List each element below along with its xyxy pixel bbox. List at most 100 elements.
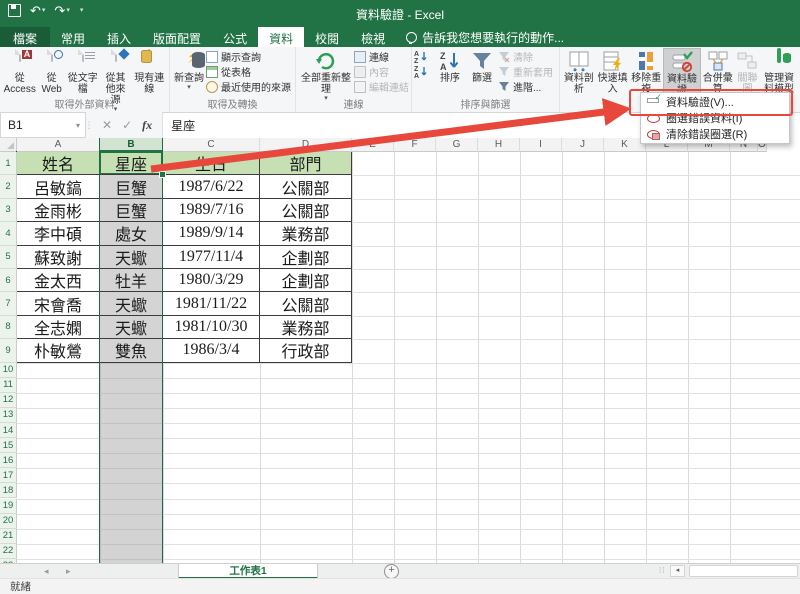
tab-page-layout[interactable]: 版面配置	[142, 27, 212, 47]
row-header-4[interactable]: 4	[0, 222, 17, 245]
table-cell[interactable]: 巨蟹	[100, 175, 163, 198]
tab-file[interactable]: 檔案	[0, 27, 50, 47]
connections-button[interactable]: 連線	[354, 49, 409, 64]
fill-handle[interactable]	[159, 171, 166, 178]
row-header-1[interactable]: 1	[0, 152, 17, 175]
table-cell[interactable]: 公關部	[260, 199, 352, 222]
row-header-2[interactable]: 2	[0, 175, 17, 198]
from-access-button[interactable]: A 從 Access	[2, 48, 37, 98]
advanced-filter-button[interactable]: 進階...	[498, 79, 553, 94]
insert-function-icon[interactable]: fx	[142, 118, 152, 133]
column-header-h[interactable]: H	[478, 138, 520, 152]
text-to-columns-button[interactable]: 資料剖析	[562, 48, 596, 98]
row-header-15[interactable]: 15	[0, 438, 17, 453]
worksheet-grid[interactable]: 姓名星座生日部門呂敏鎬巨蟹1987/6/22公關部金雨彬巨蟹1989/7/16公…	[0, 138, 800, 563]
sort-ascending-button[interactable]: A Z	[414, 49, 434, 64]
recent-sources-button[interactable]: 最近使用的來源	[206, 79, 291, 94]
table-cell[interactable]: 宋會喬	[17, 292, 100, 315]
row-header-17[interactable]: 17	[0, 468, 17, 483]
table-cell[interactable]: 業務部	[260, 222, 352, 245]
row-header-18[interactable]: 18	[0, 483, 17, 498]
row-header-7[interactable]: 7	[0, 292, 17, 315]
row-header-16[interactable]: 16	[0, 453, 17, 468]
table-cell[interactable]: 1981/10/30	[163, 316, 260, 339]
hscroll-left-icon[interactable]: ◂	[670, 565, 685, 577]
table-cell[interactable]: 部門	[260, 152, 352, 175]
table-cell[interactable]: 牡羊	[100, 269, 163, 292]
menu-item-clear-validation-circles[interactable]: 清除錯誤圈選(R)	[641, 126, 789, 142]
table-cell[interactable]: 雙魚	[100, 339, 163, 362]
table-cell[interactable]: 全志嫻	[17, 316, 100, 339]
table-cell[interactable]: 1989/7/16	[163, 199, 260, 222]
column-header-e[interactable]: E	[352, 138, 394, 152]
sort-descending-button[interactable]: Z A	[414, 64, 434, 79]
sheet-nav-next-icon[interactable]: ▸	[66, 566, 71, 577]
table-cell[interactable]: 1986/3/4	[163, 339, 260, 362]
table-cell[interactable]: 天蠍	[100, 246, 163, 269]
column-header-g[interactable]: G	[436, 138, 478, 152]
table-cell[interactable]: 1980/3/29	[163, 269, 260, 292]
from-text-button[interactable]: 從文字檔	[66, 48, 100, 98]
table-cell[interactable]: 李中碩	[17, 222, 100, 245]
table-cell[interactable]: 呂敏鎬	[17, 175, 100, 198]
table-cell[interactable]: 蘇致謝	[17, 246, 100, 269]
clear-filter-button[interactable]: 清除	[498, 49, 553, 64]
table-cell[interactable]: 行政部	[260, 339, 352, 362]
column-header-j[interactable]: J	[562, 138, 604, 152]
tab-review[interactable]: 校閱	[304, 27, 350, 47]
table-cell[interactable]: 巨蟹	[100, 199, 163, 222]
tab-insert[interactable]: 插入	[96, 27, 142, 47]
table-cell[interactable]: 1989/9/14	[163, 222, 260, 245]
sheet-tab-active[interactable]: 工作表1	[178, 564, 318, 579]
table-cell[interactable]: 天蠍	[100, 292, 163, 315]
from-other-sources-button[interactable]: 從其他來源▾	[100, 48, 132, 98]
cancel-icon[interactable]: ✕	[102, 118, 112, 132]
edit-links-button[interactable]: 編輯連結	[354, 79, 409, 94]
table-cell[interactable]: 生日	[163, 152, 260, 175]
tab-home[interactable]: 常用	[50, 27, 96, 47]
table-cell[interactable]: 公關部	[260, 175, 352, 198]
hscroll-thumb[interactable]	[689, 565, 798, 577]
row-header-13[interactable]: 13	[0, 408, 17, 423]
from-web-button[interactable]: 從 Web	[37, 48, 65, 98]
column-header-c[interactable]: C	[163, 138, 260, 152]
tab-formulas[interactable]: 公式	[212, 27, 258, 47]
table-cell[interactable]: 企劃部	[260, 246, 352, 269]
row-header-22[interactable]: 22	[0, 544, 17, 559]
active-cell-b1[interactable]: 星座	[100, 152, 163, 175]
table-cell[interactable]: 天蠍	[100, 316, 163, 339]
row-header-20[interactable]: 20	[0, 514, 17, 529]
row-header-12[interactable]: 12	[0, 393, 17, 408]
table-cell[interactable]: 企劃部	[260, 269, 352, 292]
properties-button[interactable]: 內容	[354, 64, 409, 79]
select-all-corner[interactable]	[0, 138, 17, 152]
row-header-23[interactable]: 23	[0, 559, 17, 563]
sheet-nav-prev-icon[interactable]: ◂	[44, 566, 49, 577]
refresh-all-button[interactable]: 全部重新整理▾	[298, 48, 354, 98]
tab-data[interactable]: 資料	[258, 27, 304, 47]
row-header-9[interactable]: 9	[0, 339, 17, 362]
add-sheet-button[interactable]: +	[384, 564, 399, 579]
filter-button[interactable]: 篩選	[466, 48, 498, 98]
tell-me-box[interactable]: 告訴我您想要執行的動作...	[406, 27, 564, 47]
enter-icon[interactable]: ✓	[122, 118, 132, 132]
sort-button[interactable]: Z A 排序	[434, 48, 466, 98]
row-header-5[interactable]: 5	[0, 246, 17, 269]
column-header-i[interactable]: I	[520, 138, 562, 152]
name-box-dropdown-icon[interactable]: ▾	[76, 121, 80, 130]
table-cell[interactable]: 姓名	[17, 152, 100, 175]
column-header-a[interactable]: A	[17, 138, 100, 152]
table-cell[interactable]: 業務部	[260, 316, 352, 339]
row-header-10[interactable]: 10	[0, 363, 17, 378]
existing-connections-button[interactable]: 現有連線	[132, 48, 167, 98]
table-cell[interactable]: 1987/6/22	[163, 175, 260, 198]
row-header-21[interactable]: 21	[0, 529, 17, 544]
row-header-8[interactable]: 8	[0, 316, 17, 339]
column-header-f[interactable]: F	[394, 138, 436, 152]
column-header-d[interactable]: D	[260, 138, 352, 152]
name-box[interactable]: B1 ▾	[0, 112, 86, 138]
table-cell[interactable]: 1977/11/4	[163, 246, 260, 269]
row-header-3[interactable]: 3	[0, 199, 17, 222]
row-header-19[interactable]: 19	[0, 499, 17, 514]
flash-fill-button[interactable]: 快速填入	[596, 48, 630, 98]
